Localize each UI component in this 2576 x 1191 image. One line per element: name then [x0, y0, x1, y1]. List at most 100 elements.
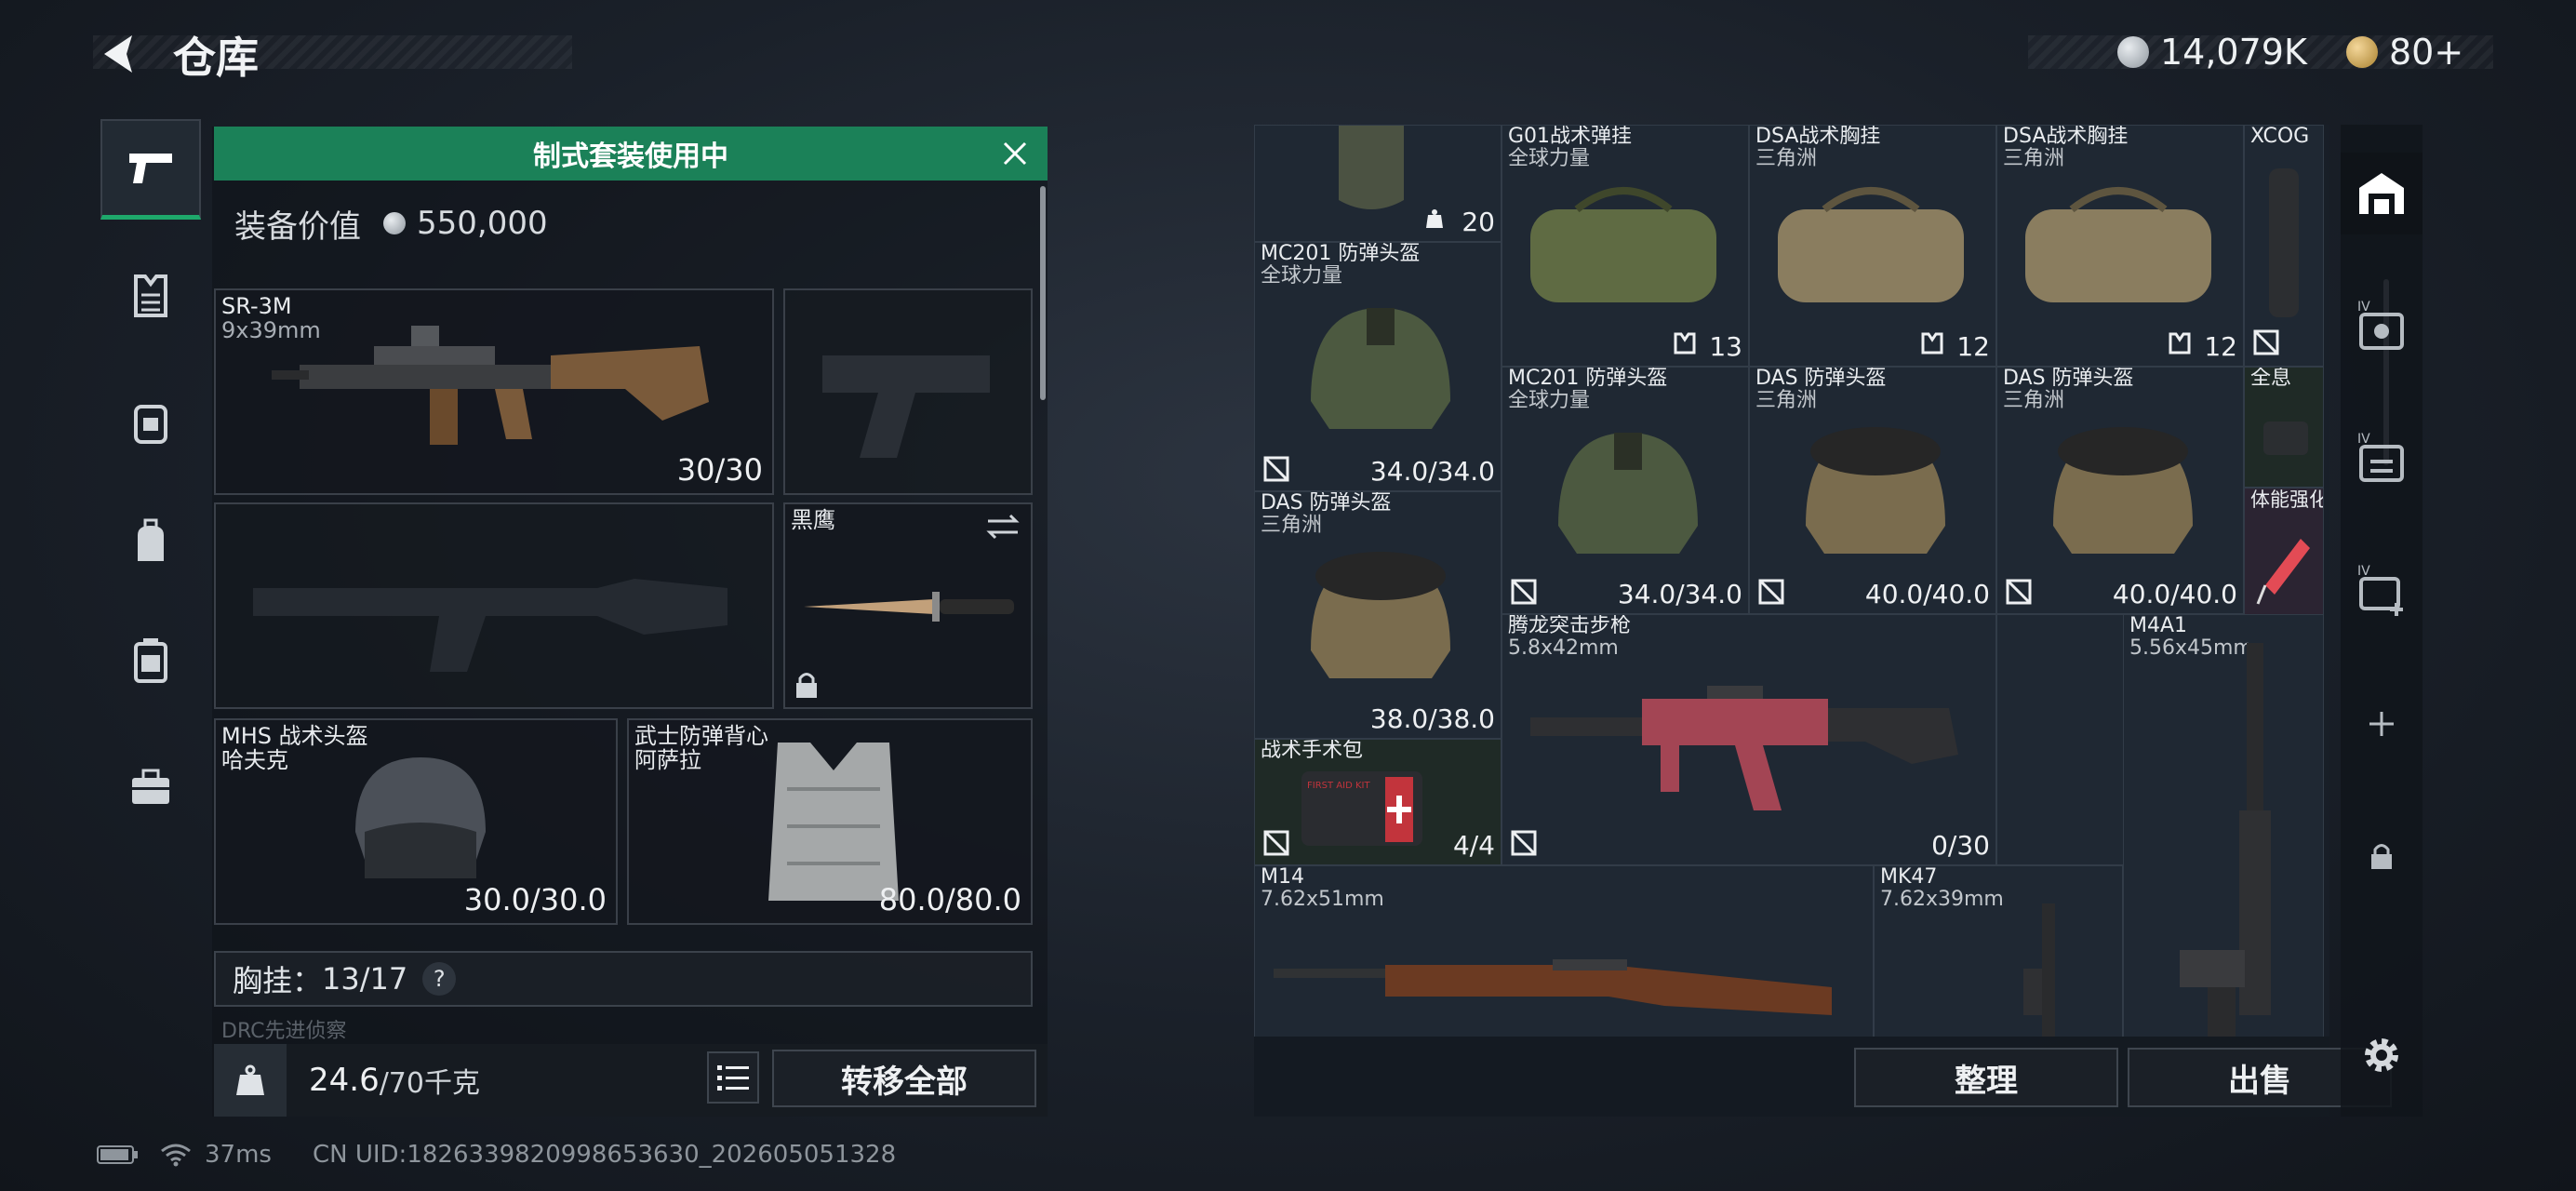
- case-iv-add-icon: IV: [2357, 564, 2403, 616]
- sidebar-item-vest[interactable]: [100, 372, 201, 473]
- sidebar-item-weapons[interactable]: [100, 119, 201, 220]
- knife-icon: [804, 592, 1014, 622]
- item-name: DSA战术胸挂: [1755, 125, 1881, 148]
- tab-case-2[interactable]: IV: [2341, 417, 2423, 499]
- transfer-all-button[interactable]: 转移全部: [772, 1050, 1036, 1107]
- no-insure-icon: [2253, 329, 2279, 355]
- item-name: DSA战术胸挂: [2003, 125, 2129, 148]
- storage-item-dsa[interactable]: DSA战术胸挂 三角洲 12: [1996, 125, 2244, 367]
- storage-item-helmet[interactable]: DAS 防弹头盔 三角洲 38.0/38.0: [1254, 491, 1502, 739]
- ticket-balance[interactable]: 80+: [2346, 32, 2463, 73]
- item-label: G01战术弹挂 全球力量: [1508, 126, 1632, 170]
- storage-item-xcog[interactable]: XCOG: [2244, 125, 2324, 367]
- primary-weapon-slot[interactable]: SR-3M 9x39mm 30/30: [214, 288, 774, 495]
- item-label: DSA战术胸挂 三角洲: [1755, 126, 1880, 170]
- coin-balance[interactable]: 14,079K: [2117, 32, 2307, 73]
- storage-item-helmet[interactable]: MC201 防弹头盔 全球力量 34.0/34.0: [1254, 242, 1502, 491]
- weight-current: 24.6: [309, 1062, 380, 1099]
- wifi-icon: [161, 1144, 191, 1167]
- coin-amount: 14,079K: [2160, 32, 2307, 73]
- equipment-value-label: 装备价值: [234, 207, 361, 246]
- storage-item-helmet[interactable]: DAS 防弹头盔 三角洲 40.0/40.0: [1749, 367, 1996, 614]
- storage-item-g01[interactable]: G01战术弹挂 全球力量 13: [1502, 125, 1749, 367]
- armor-durability: 80.0/80.0: [878, 882, 1021, 917]
- swap-icon[interactable]: [984, 512, 1021, 542]
- lock-icon: [2371, 844, 2392, 869]
- help-icon: ?: [433, 966, 446, 992]
- pouch-icon: [1339, 126, 1404, 209]
- add-icon: [2369, 712, 2394, 736]
- item-durability: 34.0/34.0: [1369, 456, 1495, 487]
- storage-item-m14[interactable]: M14 7.62x51mm: [1254, 865, 1874, 1037]
- secondary-weapon-slot[interactable]: [214, 502, 774, 709]
- item-label: DSA战术胸挂 三角洲: [2003, 126, 2128, 170]
- item-durability: 40.0/40.0: [2112, 579, 2237, 609]
- body-armor-slot[interactable]: 武士防弹背心 阿萨拉 80.0/80.0: [627, 718, 1033, 925]
- sidebar-item-armor[interactable]: [100, 246, 201, 346]
- storage-item-helmet[interactable]: MC201 防弹头盔 全球力量 34.0/34.0: [1502, 367, 1749, 614]
- sidebar-item-backpack[interactable]: [100, 491, 201, 592]
- storage-item-holo[interactable]: 全息: [2244, 367, 2324, 488]
- helmet-icon: [1806, 427, 1945, 554]
- item-maker: 三角洲: [2003, 147, 2065, 170]
- back-button[interactable]: [95, 28, 147, 80]
- melee-slot[interactable]: 黑鹰: [783, 502, 1033, 709]
- tab-case-1[interactable]: IV: [2341, 285, 2423, 367]
- banner-close-button[interactable]: [995, 134, 1034, 173]
- sidebar-item-case[interactable]: [100, 610, 201, 711]
- chest-rig-peek: DRC先进侦察: [214, 1014, 1033, 1042]
- item-maker: 7.62x39mm: [1880, 888, 2004, 911]
- no-insure-icon: [1263, 830, 1289, 856]
- no-insure-icon: [1263, 456, 1289, 482]
- helmet-slot[interactable]: MHS 战术头盔 哈夫克 30.0/30.0: [214, 718, 618, 925]
- tab-storage[interactable]: [2341, 153, 2423, 234]
- storage-item-bag[interactable]: 20: [1254, 125, 1502, 242]
- ping-value: 37ms: [205, 1141, 272, 1169]
- item-maker: 三角洲: [1755, 147, 1818, 170]
- item-name: 全息: [2250, 367, 2292, 390]
- storage-item-rifle[interactable]: 腾龙突击步枪 5.8x42mm 0/30: [1502, 614, 1996, 865]
- armor-maker: 阿萨拉: [634, 747, 701, 773]
- medkit-text: FIRST AID KIT: [1307, 781, 1370, 791]
- sidearm-slot[interactable]: [783, 288, 1033, 495]
- storage-item-mk47[interactable]: MK47 7.62x39mm: [1874, 865, 2123, 1037]
- tab-case-3[interactable]: IV: [2341, 549, 2423, 631]
- case-tier: IV: [2357, 564, 2370, 579]
- vest-icon: [134, 405, 167, 444]
- pistol-icon: [129, 153, 172, 183]
- holo-sight-icon: [2263, 422, 2308, 455]
- case-tier: IV: [2357, 300, 2370, 314]
- item-name: XCOG: [2250, 125, 2310, 148]
- armor-name: 武士防弹背心: [634, 723, 768, 749]
- sidebar-item-toolbox[interactable]: [100, 737, 201, 837]
- locked-tab[interactable]: [2341, 815, 2423, 897]
- item-count: 12: [2204, 331, 2237, 362]
- gear-icon: [2365, 1038, 2398, 1072]
- storage-item-dsa[interactable]: DSA战术胸挂 三角洲 12: [1749, 125, 1996, 367]
- item-name: MC201 防弹头盔: [1261, 242, 1421, 265]
- chest-rig-count: 13/17: [322, 961, 408, 997]
- help-button[interactable]: ?: [422, 962, 457, 996]
- sort-button[interactable]: 整理: [1854, 1048, 2118, 1107]
- category-sidebar: [100, 119, 201, 1105]
- settings-button[interactable]: [2341, 1014, 2423, 1096]
- add-tab-button[interactable]: [2341, 683, 2423, 765]
- no-insure-icon: [1511, 830, 1537, 856]
- storage-item-helmet[interactable]: DAS 防弹头盔 三角洲 40.0/40.0: [1996, 367, 2244, 614]
- storage-item-m4a1[interactable]: M4A1 5.56x45mm: [2123, 614, 2324, 1037]
- item-label: MK47 7.62x39mm: [1880, 866, 2004, 911]
- list-view-button[interactable]: [707, 1051, 759, 1104]
- back-arrow-icon: [104, 35, 132, 73]
- chest-rig-row[interactable]: 胸挂： 13/17 ?: [214, 951, 1033, 1007]
- item-name: DAS 防弹头盔: [1261, 491, 1392, 515]
- helmet-icon: [1558, 433, 1698, 554]
- rifle-icon: [1274, 959, 1832, 1015]
- loadout-scrollbar[interactable]: [1040, 186, 1046, 400]
- item-name: 腾龙突击步枪: [1508, 614, 1632, 637]
- list-icon: [717, 1065, 749, 1091]
- storage-item-medkit[interactable]: 战术手术包 FIRST AID KIT 4/4: [1254, 739, 1502, 865]
- syringe-icon: [2256, 539, 2310, 605]
- item-name: M14: [1261, 865, 1304, 889]
- weight-icon: [214, 1044, 287, 1117]
- item-maker: 全球力量: [1261, 264, 1343, 288]
